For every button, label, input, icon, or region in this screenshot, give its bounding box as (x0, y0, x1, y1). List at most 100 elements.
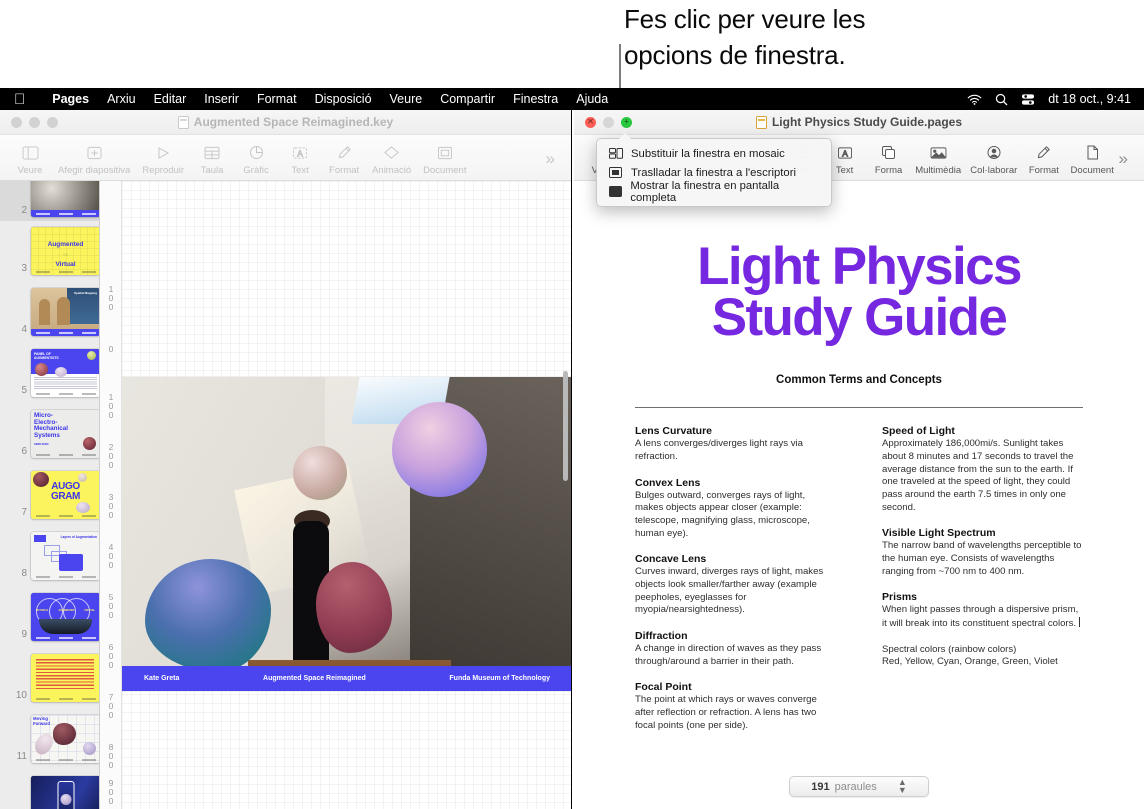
document-icon (437, 143, 453, 163)
keynote-vertical-ruler: 100 0 100 200 300 400 500 600 700 800 90… (100, 181, 122, 809)
pages-tool-format[interactable]: Format (1022, 143, 1066, 176)
pages-tool-forma-label: Forma (874, 164, 903, 176)
keynote-slide-navigator[interactable]: 2 3 Augmented VS Virtual 4 Spatial Mappi… (0, 181, 100, 809)
sidebar-icon (22, 143, 39, 163)
slide-list-item-9[interactable]: 9 PHYSICAL AUGMENTED VIRTUAL (0, 593, 99, 641)
keynote-toolbar-overflow-button[interactable]: » (546, 149, 567, 169)
callout-line-1: Fes clic per veure les (624, 4, 866, 34)
slide-list-item-12[interactable]: 12 (0, 776, 99, 809)
slide-thumbnail[interactable]: Augmented VS Virtual (31, 227, 99, 275)
slide-number: 9 (21, 629, 27, 640)
menu-item-ajuda[interactable]: Ajuda (567, 92, 617, 106)
slide-list-item-8[interactable]: 8 Layers of Augmentation (0, 532, 99, 580)
keynote-window[interactable]: Augmented Space Reimagined.key Veure Afe… (0, 110, 572, 809)
slide-list-item-6[interactable]: 6 Micro- Electro- Mechanical Systems SIMPLI… (0, 410, 99, 458)
apple-logo-icon[interactable]:  (14, 92, 25, 107)
shape-icon (881, 143, 896, 163)
keynote-titlebar[interactable]: Augmented Space Reimagined.key (0, 110, 571, 135)
pages-document-area[interactable]: Light Physics Study Guide Common Terms a… (574, 181, 1144, 809)
current-slide[interactable]: Kate Greta Augmented Space Reimagined Fu… (122, 377, 571, 691)
pages-tool-forma[interactable]: Forma (867, 143, 911, 176)
term-entry: Diffraction A change in direction of wav… (635, 630, 836, 668)
term-body: When light passes through a dispersive p… (882, 604, 1083, 630)
format-brush-icon (337, 143, 352, 163)
slide-list-item-4[interactable]: 4 Spatial Mapping (0, 288, 99, 336)
menu-item-tile-window-label: Substituir la finestra en mosaic (631, 147, 785, 160)
keynote-slide-canvas[interactable]: Kate Greta Augmented Space Reimagined Fu… (122, 181, 571, 809)
keynote-tool-reproduir[interactable]: Reproduir (136, 143, 190, 176)
chart-icon (249, 143, 264, 163)
slide-thumbnail[interactable]: Spatial Mapping (31, 288, 99, 336)
keynote-tool-veure[interactable]: Veure (8, 143, 52, 176)
menu-item-tile-window[interactable]: Substituir la finestra en mosaic (597, 144, 831, 163)
text-cursor (1079, 616, 1081, 627)
menu-app-name[interactable]: Pages (43, 92, 98, 106)
menu-item-veure[interactable]: Veure (381, 92, 432, 106)
term-entry: Prisms When light passes through a dispe… (882, 591, 1083, 630)
menu-item-format[interactable]: Format (248, 92, 306, 106)
keynote-tool-text[interactable]: A Text (278, 143, 322, 176)
keynote-canvas-scrollbar[interactable] (563, 371, 568, 481)
document-title-line-1: Light Physics (697, 237, 1022, 296)
slide-list-item-11[interactable]: 11 Moving Forward (0, 715, 99, 763)
wifi-icon[interactable] (967, 94, 982, 105)
menu-bar-clock[interactable]: dt 18 oct., 9:41 (1048, 92, 1131, 106)
menu-bar-status-items: dt 18 oct., 9:41 (967, 92, 1144, 106)
slide-list-item-7[interactable]: 7 AUGO GRAM (0, 471, 99, 519)
menu-item-compartir[interactable]: Compartir (431, 92, 504, 106)
slide-thumbnail[interactable] (31, 776, 99, 809)
pages-toolbar-overflow-button[interactable]: » (1119, 149, 1140, 169)
pages-tool-document[interactable]: Document (1066, 143, 1119, 176)
slide-thumbnail[interactable]: Micro- Electro- Mechanical Systems SIMPLIFI… (31, 410, 99, 458)
pages-tool-multimedia[interactable]: Multimèdia (911, 143, 966, 176)
menu-item-inserir[interactable]: Inserir (195, 92, 248, 106)
keynote-tool-grafic-label: Gràfic (243, 164, 269, 176)
window-options-menu[interactable]: Substituir la finestra en mosaic Traslla… (596, 133, 832, 207)
pages-tool-multimedia-label: Multimèdia (915, 164, 962, 176)
slide-thumbnail[interactable]: PANEL OF AUGMENTISTS (31, 349, 99, 397)
menu-item-disposicio[interactable]: Disposició (306, 92, 381, 106)
slide-list-item-5[interactable]: 5 PANEL OF AUGMENTISTS (0, 349, 99, 397)
term-heading: Prisms (882, 591, 918, 604)
term-body: The point at which rays or waves converg… (635, 694, 817, 731)
slide-thumbnail[interactable] (31, 181, 99, 217)
control-center-icon[interactable] (1021, 93, 1035, 106)
document-page[interactable]: Light Physics Study Guide Common Terms a… (574, 181, 1144, 809)
keynote-tool-afegir-diapositiva[interactable]: Afegir diapositiva (52, 143, 136, 176)
menu-item-finestra[interactable]: Finestra (504, 92, 567, 106)
keynote-tool-taula[interactable]: Taula (190, 143, 234, 176)
slide-thumbnail[interactable]: AUGO GRAM (31, 471, 99, 519)
keynote-tool-animacio[interactable]: Animació (366, 143, 417, 176)
pages-window[interactable]: ✕ + Light Physics Study Guide.pages Veur… (574, 110, 1144, 809)
word-count-badge[interactable]: 191 paraules ▲ ▼ (789, 776, 929, 797)
slide-thumbnail[interactable]: PHYSICAL AUGMENTED VIRTUAL (31, 593, 99, 641)
svg-text:A: A (297, 148, 303, 158)
spectral-note-line-2: Red, Yellow, Cyan, Orange, Green, Violet (882, 656, 1058, 668)
menu-item-arxiu[interactable]: Arxiu (98, 92, 144, 106)
keynote-toolbar[interactable]: Veure Afegir diapositiva Reproduir Taula… (0, 135, 571, 181)
sculpture-blue-blob (144, 559, 271, 673)
slide-list-item-10[interactable]: 10 (0, 654, 99, 702)
keynote-tool-grafic[interactable]: Gràfic (234, 143, 278, 176)
stepper-updown-icon[interactable]: ▲ ▼ (898, 778, 907, 794)
slide-thumbnail[interactable] (31, 654, 99, 702)
play-icon (156, 143, 170, 163)
keynote-tool-format[interactable]: Format (322, 143, 366, 176)
slide-thumbnail[interactable]: Layers of Augmentation (31, 532, 99, 580)
ruler-label: 400 (108, 542, 114, 570)
pages-tool-collaborar[interactable]: Col·laborar (966, 143, 1022, 176)
slide-list-item-3[interactable]: 3 Augmented VS Virtual (0, 227, 99, 275)
keynote-tool-document[interactable]: Document (417, 143, 472, 176)
slide-number: 8 (21, 568, 27, 579)
search-icon[interactable] (995, 93, 1008, 106)
slide-number: 7 (21, 507, 27, 518)
pages-window-title: Light Physics Study Guide.pages (771, 115, 963, 129)
menu-item-editar[interactable]: Editar (145, 92, 196, 106)
pages-titlebar[interactable]: ✕ + Light Physics Study Guide.pages (574, 110, 1144, 135)
callout-annotation: Fes clic per veure les opcions de finest… (624, 2, 1094, 74)
ruler-label: 100 (108, 392, 114, 420)
slide-thumbnail[interactable]: Moving Forward (31, 715, 99, 763)
menu-item-fullscreen[interactable]: Mostrar la finestra en pantalla completa (597, 180, 831, 204)
pages-document-icon (755, 115, 767, 129)
slide-list-item-2[interactable]: 2 (0, 181, 99, 217)
